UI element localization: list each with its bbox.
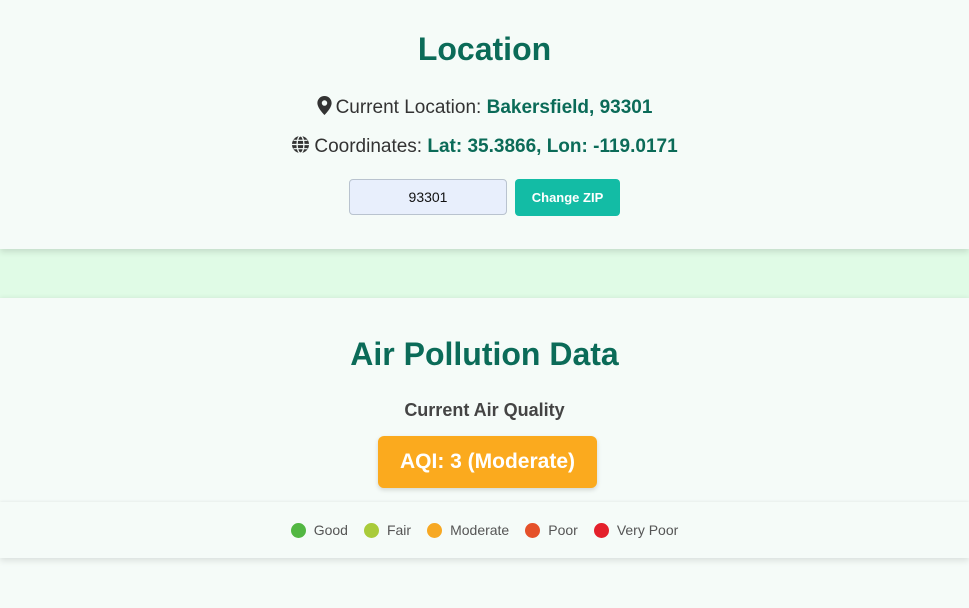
current-air-quality-heading: Current Air Quality [404,400,565,420]
legend-label-very-poor: Very Poor [616,522,679,538]
legend-item-poor: Poor [525,522,578,538]
coordinates-label: Coordinates: [314,136,423,157]
map-marker-icon [316,96,332,115]
legend-dot-very-poor [593,522,609,538]
current-location-value: Bakersfield, 93301 [486,97,653,118]
air-pollution-card: Air Pollution Data Current Air Quality A… [0,298,969,608]
location-title: Location [417,31,552,67]
legend-label-good: Good [313,522,348,538]
globe-icon [292,135,310,154]
current-location-line: Current Location: Bakersfield, 93301 [0,96,969,119]
legend-item-good: Good [290,522,348,538]
coordinates-value: Lat: 35.3866, Lon: -119.0171 [427,136,678,157]
legend-label-poor: Poor [548,522,578,538]
coordinates-line: Coordinates: Lat: 35.3866, Lon: -119.017… [0,135,969,158]
current-location-label: Current Location: [335,97,482,118]
change-zip-button[interactable]: Change ZIP [515,179,620,216]
aqi-legend: Good Fair Moderate Poor Very Poor [0,502,969,558]
legend-dot-fair [363,522,379,538]
location-card: Location Current Location: Bakersfield, … [0,0,969,249]
legend-item-moderate: Moderate [427,522,509,538]
aqi-badge: AQI: 3 (Moderate) [378,436,597,488]
zip-input[interactable] [349,179,507,215]
legend-dot-poor [525,522,541,538]
legend-label-moderate: Moderate [450,522,510,538]
legend-dot-moderate [427,522,443,538]
zip-form: Change ZIP [0,179,969,216]
air-pollution-title: Air Pollution Data [350,336,619,372]
legend-item-fair: Fair [363,522,412,538]
legend-item-very-poor: Very Poor [593,522,679,538]
legend-dot-good [290,522,306,538]
legend-label-fair: Fair [386,522,412,538]
